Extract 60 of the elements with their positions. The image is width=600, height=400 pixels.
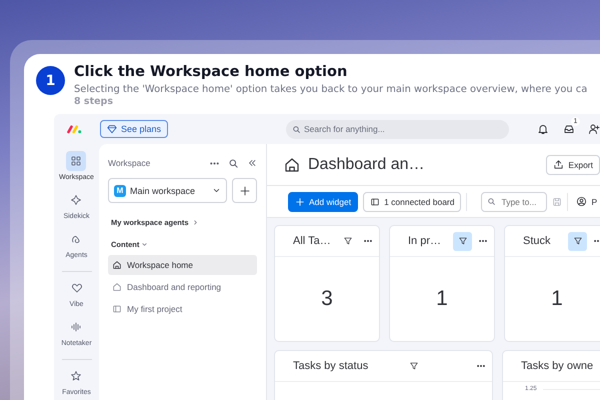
sidebar-item[interactable]: Dashboard and reporting <box>108 277 257 297</box>
bell-icon <box>537 123 549 135</box>
star-icon <box>70 370 82 382</box>
sidebar-title: Workspace <box>108 158 152 168</box>
widget-title: All Ta… <box>293 235 332 247</box>
board-icon <box>112 304 122 314</box>
see-plans-button[interactable]: See plans <box>100 120 168 138</box>
widget-value: 1 <box>436 287 448 311</box>
soundwave-icon <box>70 321 82 333</box>
home-icon <box>283 156 301 174</box>
workspace-avatar: M <box>114 184 126 196</box>
sidebar-item[interactable]: My first project <box>108 299 257 319</box>
squiggle-icon <box>70 233 82 245</box>
step-description: Selecting the 'Workspace home' option takes you back to your main workspace overview, where you ca <box>74 84 588 95</box>
filter-button[interactable] <box>568 232 587 250</box>
heart-icon <box>70 282 82 294</box>
collapse-icon <box>247 158 257 168</box>
grid-icon <box>70 155 82 167</box>
filter-search-field[interactable]: Type to... <box>481 192 548 212</box>
person-add-icon <box>588 123 600 135</box>
step-count: 8 steps <box>74 96 114 107</box>
save-icon <box>552 196 562 206</box>
add-button[interactable] <box>232 178 257 203</box>
search-icon <box>228 158 239 168</box>
sidebar-item[interactable]: Workspace home <box>108 255 257 275</box>
filter-icon <box>458 236 468 246</box>
widget-title: In pr… <box>408 235 442 247</box>
person-icon <box>576 196 588 207</box>
plus-icon <box>295 196 305 206</box>
add-widget-button[interactable]: Add widget <box>288 192 358 212</box>
connected-board-button[interactable]: 1 connected board <box>363 192 462 212</box>
filter-icon <box>408 361 419 371</box>
widget-value: 3 <box>321 287 333 311</box>
inbox-icon <box>563 123 575 135</box>
upload-icon <box>553 159 564 170</box>
search-icon <box>292 124 301 134</box>
filter-icon <box>342 236 352 246</box>
widget-title: Stuck <box>523 235 552 247</box>
widget-value: 1 <box>551 287 563 311</box>
search-icon <box>487 197 496 206</box>
logo-icon[interactable] <box>67 123 82 135</box>
search-field[interactable]: Search for anything... <box>286 120 509 138</box>
widget-title: Tasks by owne <box>521 360 594 372</box>
plus-icon <box>238 184 250 196</box>
filter-icon <box>572 236 582 246</box>
home-icon <box>112 260 122 270</box>
export-button[interactable]: Export <box>546 154 600 174</box>
chevron-down-icon <box>212 186 221 195</box>
widget-title: Tasks by status <box>293 360 368 372</box>
chevron-down-icon <box>141 241 148 248</box>
house-outline-icon <box>112 282 122 292</box>
step-title: Click the Workspace home option <box>74 64 348 80</box>
diamond-icon <box>106 124 117 134</box>
board-icon <box>370 196 380 206</box>
workspace-selector[interactable]: M Main workspace <box>108 178 227 203</box>
chevron-right-icon <box>192 219 199 226</box>
dashboard-title: Dashboard an… <box>308 156 426 174</box>
filter-button[interactable] <box>453 232 472 250</box>
sparkle-icon <box>70 194 82 206</box>
step-number-badge: 1 <box>36 66 65 95</box>
